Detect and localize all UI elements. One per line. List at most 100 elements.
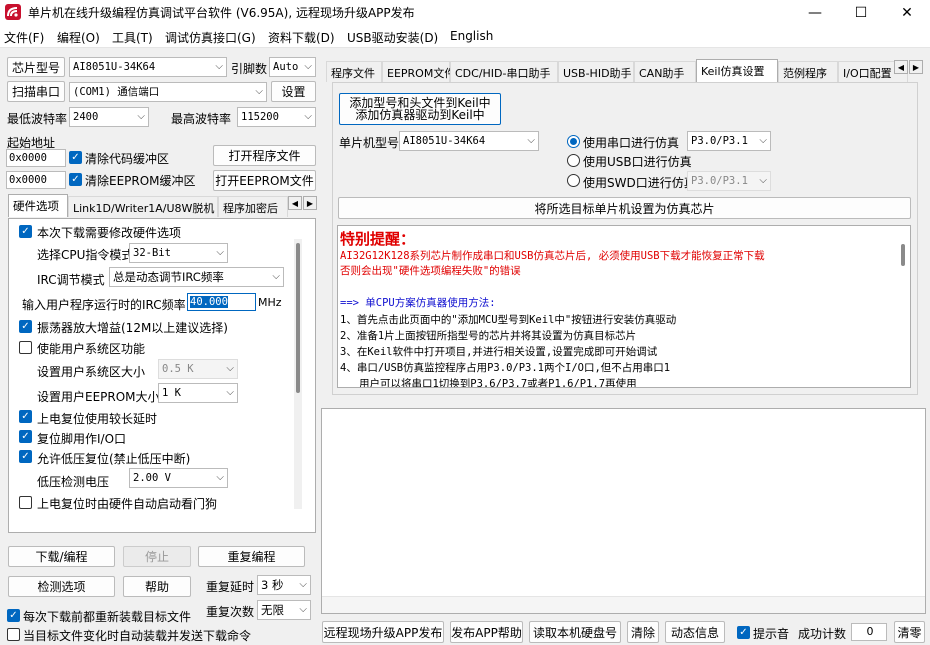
mcu-model-select[interactable]: AI8051U-34K64 ⌵ [399, 131, 539, 151]
menu-english[interactable]: English [450, 29, 493, 43]
tab-can[interactable]: CAN助手 [634, 61, 696, 82]
clear-log-button[interactable]: 清除 [627, 621, 659, 643]
com-port-select[interactable]: (COM1) 通信端口 ⌵ [69, 82, 267, 102]
pin-count-select[interactable]: Auto ⌵ [269, 57, 316, 77]
auto-watchdog-label: 上电复位时由硬件自动启动看门狗 [37, 497, 218, 511]
stop-button[interactable]: 停止 [123, 546, 191, 567]
menu-downloads[interactable]: 资料下载(D) [268, 29, 335, 46]
menu-tools[interactable]: 工具(T) [112, 29, 153, 46]
sound-prompt-label: 提示音 [753, 627, 790, 641]
sound-prompt-checkbox[interactable]: ✓ [737, 626, 750, 639]
menu-program[interactable]: 编程(O) [57, 29, 100, 46]
modify-hw-options-checkbox[interactable]: ✓ [19, 225, 32, 238]
minimize-button[interactable]: — [792, 0, 838, 25]
tab-scroll-left-icon[interactable]: ◀ [894, 60, 908, 74]
tab-program-file[interactable]: 程序文件 [326, 61, 382, 82]
reset-count-button[interactable]: 清零 [894, 621, 925, 643]
port-settings-button[interactable]: 设置 [271, 81, 316, 102]
close-button[interactable]: ✕ [884, 0, 930, 25]
low-voltage-reset-checkbox[interactable]: ✓ [19, 450, 32, 463]
cpu-mode-select[interactable]: 32-Bit ⌵ [129, 243, 228, 263]
read-disk-id-button[interactable]: 读取本机硬盘号 [529, 621, 621, 643]
download-program-button[interactable]: 下载/编程 [8, 546, 115, 567]
menu-file[interactable]: 文件(F) [4, 29, 44, 46]
user-system-area-checkbox[interactable] [19, 341, 32, 354]
publish-help-button[interactable]: 发布APP帮助 [450, 621, 523, 643]
window-title: 单片机在线升级编程仿真调试平台软件 (V6.95A), 远程现场升级APP发布 [28, 6, 415, 20]
clear-eeprom-checkbox[interactable]: ✓ [69, 173, 82, 186]
notice-scrollbar-thumb[interactable] [901, 244, 905, 266]
remote-upgrade-publish-button[interactable]: 远程现场升级APP发布 [322, 621, 444, 643]
chevron-down-icon: ⌵ [137, 111, 145, 122]
repeat-program-button[interactable]: 重复编程 [198, 546, 305, 567]
scrollbar-thumb[interactable] [296, 243, 300, 393]
tab-examples[interactable]: 范例程序 [778, 61, 838, 82]
swd-sim-radio[interactable] [567, 174, 580, 187]
log-horizontal-scrollbar[interactable] [322, 596, 925, 613]
menu-usb-driver[interactable]: USB驱动安装(D) [347, 29, 438, 46]
chevron-down-icon: ⌵ [299, 604, 307, 615]
dynamic-info-button[interactable]: 动态信息 [665, 621, 725, 643]
swd-sim-pins-select[interactable]: P3.0/P3.1 ⌵ [687, 171, 771, 191]
tab-keil-sim[interactable]: Keil仿真设置 [696, 59, 778, 82]
auto-send-checkbox[interactable] [7, 628, 20, 641]
osc-gain-checkbox[interactable]: ✓ [19, 320, 32, 333]
chevron-down-icon: ⌵ [759, 135, 767, 146]
tab-scroll-left-icon[interactable]: ◀ [288, 196, 302, 210]
min-baud-select[interactable]: 2400 ⌵ [69, 107, 149, 127]
left-tab-bar: 硬件选项 Link1D/Writer1A/U8W脱机 程序加密后 ◀ ▶ [8, 194, 318, 219]
tab-encrypt[interactable]: 程序加密后 [218, 196, 288, 217]
usage-title: ==> 单CPU方案仿真器使用方法: [340, 297, 496, 309]
max-baud-select[interactable]: 115200 ⌵ [237, 107, 316, 127]
chevron-down-icon: ⌵ [299, 579, 307, 590]
tab-offline-writer[interactable]: Link1D/Writer1A/U8W脱机 [68, 196, 218, 217]
open-program-file-button[interactable]: 打开程序文件 [213, 145, 316, 166]
low-voltage-reset-label: 允许低压复位(禁止低压中断) [37, 452, 191, 466]
menu-bar: 文件(F) 编程(O) 工具(T) 调试仿真接口(G) 资料下载(D) USB驱… [0, 25, 930, 48]
usb-sim-radio[interactable] [567, 154, 580, 167]
lvd-voltage-select[interactable]: 2.00 V ⌵ [129, 468, 228, 488]
clear-code-checkbox[interactable]: ✓ [69, 151, 82, 164]
set-sim-chip-button[interactable]: 将所选目标单片机设置为仿真芯片 [338, 197, 911, 219]
eeprom-start-address-input[interactable]: 0x0000 [6, 171, 66, 189]
code-start-address-input[interactable]: 0x0000 [6, 149, 66, 167]
tab-usb-hid[interactable]: USB-HID助手 [558, 61, 634, 82]
eeprom-size-select[interactable]: 1 K ⌵ [158, 383, 238, 403]
tab-eeprom-file[interactable]: EEPROM文件 [382, 61, 455, 82]
notice-line-2: 否则会出现"硬件选项编程失败"的错误 [340, 265, 521, 277]
long-reset-delay-checkbox[interactable]: ✓ [19, 410, 32, 423]
reload-before-download-checkbox[interactable]: ✓ [7, 609, 20, 622]
reset-pin-io-label: 复位脚用作I/O口 [37, 432, 127, 446]
open-eeprom-file-button[interactable]: 打开EEPROM文件 [213, 170, 316, 191]
tab-scroll-right-icon[interactable]: ▶ [303, 196, 317, 210]
irc-mode-select[interactable]: 总是动态调节IRC频率 ⌵ [109, 267, 284, 287]
chevron-down-icon: ⌵ [255, 86, 263, 97]
modify-hw-options-label: 本次下载需要修改硬件选项 [37, 226, 182, 240]
irc-unit-label: MHz [258, 296, 282, 309]
chevron-down-icon: ⌵ [226, 363, 234, 374]
scan-port-button[interactable]: 扫描串口 [7, 81, 65, 102]
lvd-voltage-label: 低压检测电压 [37, 475, 110, 489]
chip-model-select[interactable]: AI8051U-34K64 ⌵ [69, 57, 227, 77]
reset-pin-io-checkbox[interactable]: ✓ [19, 430, 32, 443]
success-count-value: 0 [851, 623, 887, 641]
serial-sim-pins-select[interactable]: P3.0/P3.1 ⌵ [687, 131, 771, 151]
repeat-delay-select[interactable]: 3 秒 ⌵ [257, 575, 311, 595]
auto-watchdog-checkbox[interactable] [19, 496, 32, 509]
options-scrollbar[interactable] [294, 239, 302, 509]
help-button[interactable]: 帮助 [123, 576, 191, 597]
menu-debug[interactable]: 调试仿真接口(G) [165, 29, 256, 46]
system-area-size-select[interactable]: 0.5 K ⌵ [158, 359, 238, 379]
add-to-keil-button[interactable]: 添加型号和头文件到Keil中 添加仿真器驱动到Keil中 [339, 93, 501, 125]
chevron-down-icon: ⌵ [304, 61, 312, 72]
irc-frequency-input[interactable]: 40.000 [187, 293, 256, 311]
maximize-button[interactable]: ☐ [838, 0, 884, 25]
tab-hardware-options[interactable]: 硬件选项 [8, 194, 68, 217]
tab-scroll-right-icon[interactable]: ▶ [909, 60, 923, 74]
check-options-button[interactable]: 检测选项 [8, 576, 115, 597]
repeat-count-select[interactable]: 无限 ⌵ [257, 600, 311, 620]
minimize-icon: — [808, 4, 822, 21]
tab-serial-assistant[interactable]: CDC/HID-串口助手 [450, 61, 558, 82]
output-log-area[interactable] [321, 408, 926, 614]
serial-sim-radio[interactable] [567, 135, 580, 148]
